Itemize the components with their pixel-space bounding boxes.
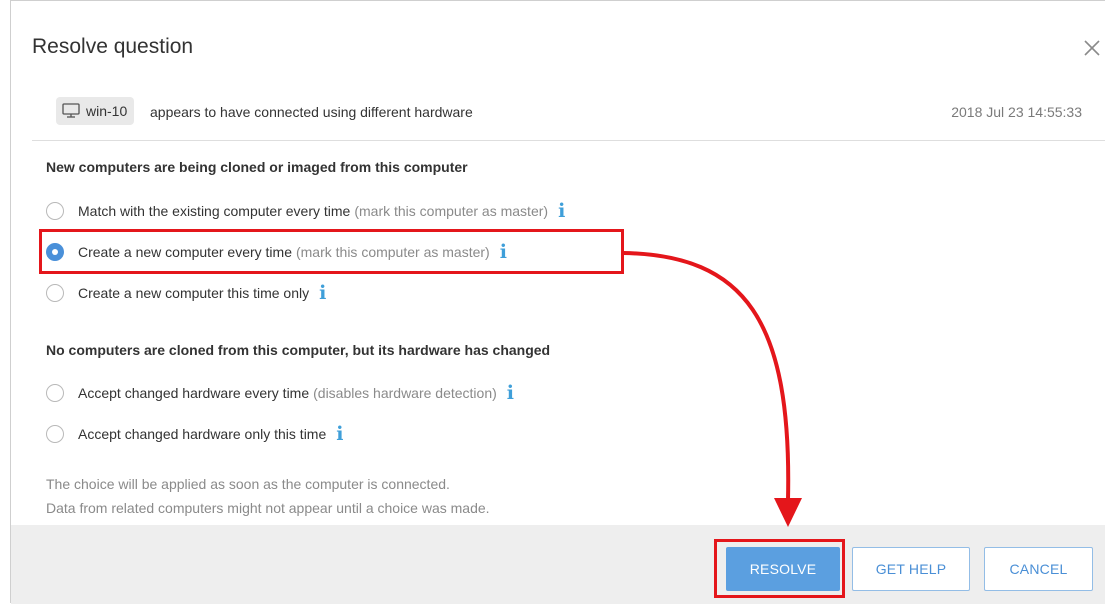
annotation-arrow [622, 251, 802, 527]
